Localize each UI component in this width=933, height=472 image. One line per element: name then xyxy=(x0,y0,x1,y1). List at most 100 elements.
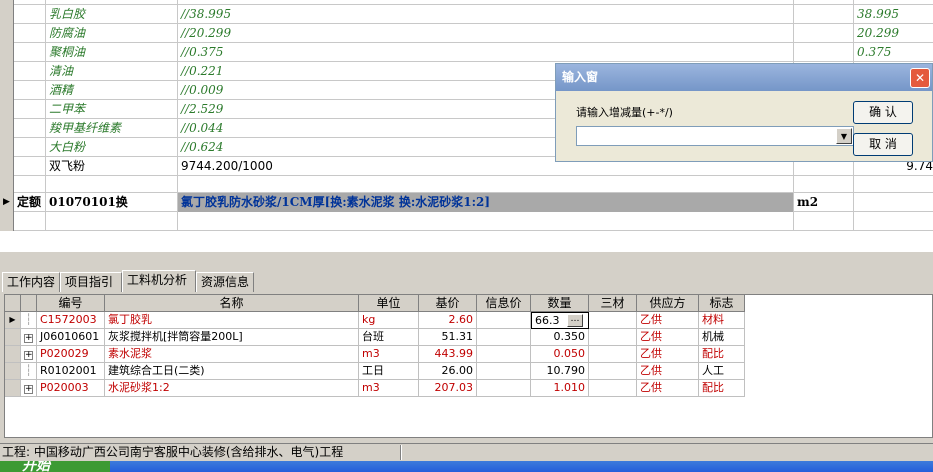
cell-supplier: 乙供 xyxy=(637,380,699,397)
row-indicator[interactable] xyxy=(5,380,21,397)
row-indicator[interactable] xyxy=(0,138,14,157)
increment-combo[interactable]: ▼ xyxy=(576,126,854,146)
cell-name: 氯丁胶乳 xyxy=(105,312,359,329)
cell-sancai xyxy=(589,363,637,380)
row-indicator[interactable]: ▶ xyxy=(0,193,14,212)
cell-code: P020003 xyxy=(37,380,105,397)
row-indicator[interactable] xyxy=(0,157,14,176)
cell-c1 xyxy=(14,24,46,43)
cell-name: 水泥砂浆1:2 xyxy=(105,380,359,397)
cell-c5: 20.299 xyxy=(857,26,899,40)
expand-icon[interactable]: + xyxy=(21,329,37,346)
column-header[interactable]: 单位 xyxy=(359,295,419,312)
cell-name: 灰浆搅拌机[拌筒容量200L] xyxy=(105,329,359,346)
material-analysis-grid[interactable]: 编号 名称 单位 基价 信息价 数量 三材 供应方 标志 ▶ ┆ C1572003 氯丁胶乳 kg 2.60… xyxy=(4,294,933,438)
header-corner[interactable] xyxy=(21,295,37,312)
row-indicator[interactable] xyxy=(5,329,21,346)
cell-unit: m3 xyxy=(359,380,419,397)
cell-name: 建筑综合工日(二类) xyxy=(105,363,359,380)
cell-info xyxy=(477,346,531,363)
resource-row[interactable] xyxy=(0,176,933,193)
column-header[interactable]: 编号 xyxy=(37,295,105,312)
row-indicator[interactable] xyxy=(0,24,14,43)
chevron-down-icon[interactable]: ▼ xyxy=(836,128,852,144)
cell-c5 xyxy=(854,193,933,212)
increment-input[interactable] xyxy=(577,127,835,145)
row-indicator[interactable] xyxy=(0,43,14,62)
tree-line: ┆ xyxy=(21,363,37,380)
cell-c4 xyxy=(794,24,854,43)
cell-code: P020029 xyxy=(37,346,105,363)
row-indicator[interactable]: ▶ xyxy=(5,312,21,329)
row-indicator[interactable] xyxy=(0,81,14,100)
cell-c1 xyxy=(14,176,46,193)
cell-c3 xyxy=(178,212,794,231)
plus-icon[interactable]: + xyxy=(24,351,33,360)
cell-c1: 定额 xyxy=(14,193,46,212)
cell-flag: 材料 xyxy=(699,312,745,329)
column-header[interactable]: 信息价 xyxy=(477,295,531,312)
cell-c1 xyxy=(14,100,46,119)
row-indicator[interactable] xyxy=(0,212,14,231)
cell-c2: 羧甲基纤维素 xyxy=(46,119,178,138)
plus-icon[interactable]: + xyxy=(24,334,33,343)
table-row[interactable]: + J06010601 灰浆搅拌机[拌筒容量200L] 台班 51.31 0.350 乙供机… xyxy=(5,329,745,346)
cell-qty: 0.050 xyxy=(531,346,589,363)
tab-work-content[interactable]: 工作内容 xyxy=(2,272,60,292)
cell-supplier: 乙供 xyxy=(637,346,699,363)
tab-item-guide[interactable]: 项目指引 xyxy=(60,272,122,292)
column-header[interactable]: 三材 xyxy=(589,295,637,312)
cell-code: C1572003 xyxy=(37,312,105,329)
resource-row[interactable]: 防腐油//20.299 20.299 xyxy=(0,24,933,43)
cell-c2: 聚桐油 xyxy=(46,43,178,62)
dialog-title: 输入窗 xyxy=(556,64,932,91)
close-icon[interactable]: ✕ xyxy=(910,68,930,88)
cell-c1 xyxy=(14,157,46,176)
row-indicator[interactable] xyxy=(0,62,14,81)
quantity-editor[interactable]: 66.3 xyxy=(535,313,567,328)
resource-row[interactable]: 乳白胶//38.995 38.995 xyxy=(0,5,933,24)
cell-qty: 0.350 xyxy=(531,329,589,346)
cancel-button[interactable]: 取 消 xyxy=(853,133,913,156)
column-header[interactable]: 名称 xyxy=(105,295,359,312)
cell-price: 2.60 xyxy=(419,312,477,329)
cell-c2: 01070101换 xyxy=(46,193,178,212)
expand-icon[interactable]: + xyxy=(21,346,37,363)
column-header[interactable]: 供应方 xyxy=(637,295,699,312)
cell-c1 xyxy=(14,43,46,62)
table-row[interactable]: ┆ R0102001 建筑综合工日(二类) 工日 26.00 10.790 乙供 人工 xyxy=(5,363,745,380)
quota-row[interactable]: ▶ 定额 01070101换 氯丁胶乳防水砂浆/1CM厚[换:素水泥浆 换:水泥砂浆1… xyxy=(0,193,933,212)
plus-icon[interactable]: + xyxy=(24,385,33,394)
cell-c5 xyxy=(854,212,933,231)
table-row[interactable]: ▶ ┆ C1572003 氯丁胶乳 kg 2.60 66.3… 乙供 材料 xyxy=(5,312,745,329)
column-header[interactable]: 基价 xyxy=(419,295,477,312)
table-row[interactable]: + P020003 水泥砂浆1:2 m3 207.03 1.010 乙供 配比 xyxy=(5,380,745,397)
row-indicator[interactable] xyxy=(5,346,21,363)
resource-row[interactable]: 聚桐油//0.375 0.375 xyxy=(0,43,933,62)
cell-sancai xyxy=(589,312,637,329)
ellipsis-button[interactable]: … xyxy=(567,314,583,327)
row-indicator[interactable] xyxy=(0,100,14,119)
cell-qty[interactable]: 66.3… xyxy=(531,312,589,329)
row-indicator[interactable] xyxy=(0,176,14,193)
cell-c1 xyxy=(14,212,46,231)
tab-resource-info[interactable]: 资源信息 xyxy=(196,272,254,292)
row-indicator[interactable] xyxy=(5,363,21,380)
cell-flag: 机械 xyxy=(699,329,745,346)
cell-c3: //0.375 xyxy=(178,43,794,62)
cell-c4 xyxy=(794,176,854,193)
cell-c2: 二甲苯 xyxy=(46,100,178,119)
column-header[interactable]: 数量 xyxy=(531,295,589,312)
header-corner[interactable] xyxy=(5,295,21,312)
expand-icon[interactable]: + xyxy=(21,380,37,397)
row-indicator[interactable] xyxy=(0,5,14,24)
start-button[interactable]: 开始 xyxy=(0,461,110,472)
ok-button[interactable]: 确 认 xyxy=(853,101,913,124)
resource-row[interactable] xyxy=(0,212,933,231)
table-row[interactable]: + P020029 素水泥浆 m3 443.99 0.050 乙供 配比 xyxy=(5,346,745,363)
tab-material-analysis[interactable]: 工料机分析 xyxy=(122,270,196,292)
cell-c2: 大白粉 xyxy=(46,138,178,157)
row-indicator[interactable] xyxy=(0,119,14,138)
cell-c5 xyxy=(854,176,933,193)
column-header[interactable]: 标志 xyxy=(699,295,745,312)
